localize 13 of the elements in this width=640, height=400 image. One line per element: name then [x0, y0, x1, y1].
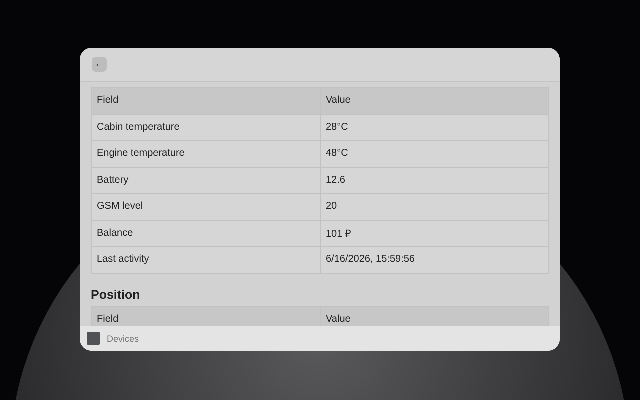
table-cell: 6/16/2026, 15:59:56: [320, 247, 548, 272]
footer-label: Devices: [107, 334, 140, 344]
table-cell-text: Cabin temperature: [96, 120, 181, 135]
column-header: Field: [96, 94, 120, 108]
table-cell-text: Battery: [96, 174, 130, 188]
section-heading: Position: [91, 288, 142, 302]
table-cell-text: Last activity: [96, 253, 150, 268]
table-cell-text: GSM level: [96, 200, 144, 214]
column-header: Field: [96, 312, 120, 326]
table-cell-text: Balance: [96, 226, 134, 241]
table-cell-text: Engine temperature: [96, 147, 186, 162]
app-logo-icon: [87, 332, 100, 345]
back-button[interactable]: ←: [92, 57, 107, 72]
